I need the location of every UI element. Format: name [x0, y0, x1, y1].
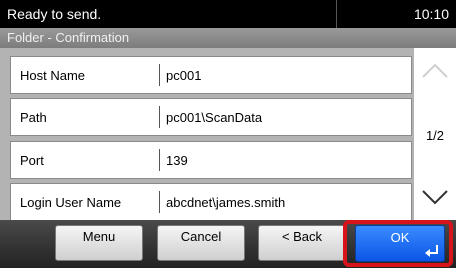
title-bar: Folder - Confirmation	[0, 28, 456, 48]
scroll-up-button[interactable]	[414, 52, 456, 90]
row-value: 139	[166, 153, 188, 168]
chevron-down-icon	[422, 190, 448, 205]
status-message: Ready to send.	[7, 6, 102, 22]
row-login-user-name[interactable]: Login User Name abcdnet\james.smith	[10, 183, 412, 221]
row-divider	[159, 191, 160, 213]
menu-button[interactable]: Menu	[55, 225, 143, 261]
row-divider	[159, 106, 160, 128]
cancel-button[interactable]: Cancel	[157, 225, 245, 261]
back-button[interactable]: < Back	[258, 225, 346, 261]
scroll-column: 1/2	[414, 48, 456, 220]
status-divider	[336, 0, 337, 28]
row-value: abcdnet\james.smith	[166, 195, 286, 210]
scroll-down-button[interactable]	[414, 178, 456, 216]
row-path[interactable]: Path pc001\ScanData	[10, 98, 412, 136]
row-divider	[159, 64, 160, 86]
bottom-button-bar: Menu Cancel < Back OK	[0, 220, 456, 268]
enter-icon	[425, 245, 438, 257]
row-label: Path	[20, 110, 47, 125]
ok-button-label: OK	[390, 230, 410, 245]
page-indicator: 1/2	[425, 128, 445, 143]
row-label: Login User Name	[20, 195, 122, 210]
row-label: Host Name	[20, 68, 86, 83]
ok-button[interactable]: OK	[355, 225, 445, 262]
row-label: Port	[20, 153, 44, 168]
status-time: 10:10	[413, 6, 449, 22]
confirmation-screen: Ready to send. 10:10 Folder - Confirmati…	[0, 0, 456, 268]
page-title: Folder - Confirmation	[7, 30, 130, 45]
row-divider	[159, 149, 160, 171]
settings-list-area: Host Name pc001 Path pc001\ScanData Port…	[0, 48, 456, 221]
row-value: pc001\ScanData	[166, 110, 263, 125]
chevron-up-icon	[422, 63, 448, 78]
status-bar: Ready to send. 10:10	[0, 0, 456, 28]
row-value: pc001	[166, 68, 202, 83]
row-port[interactable]: Port 139	[10, 141, 412, 179]
row-host-name[interactable]: Host Name pc001	[10, 56, 412, 94]
